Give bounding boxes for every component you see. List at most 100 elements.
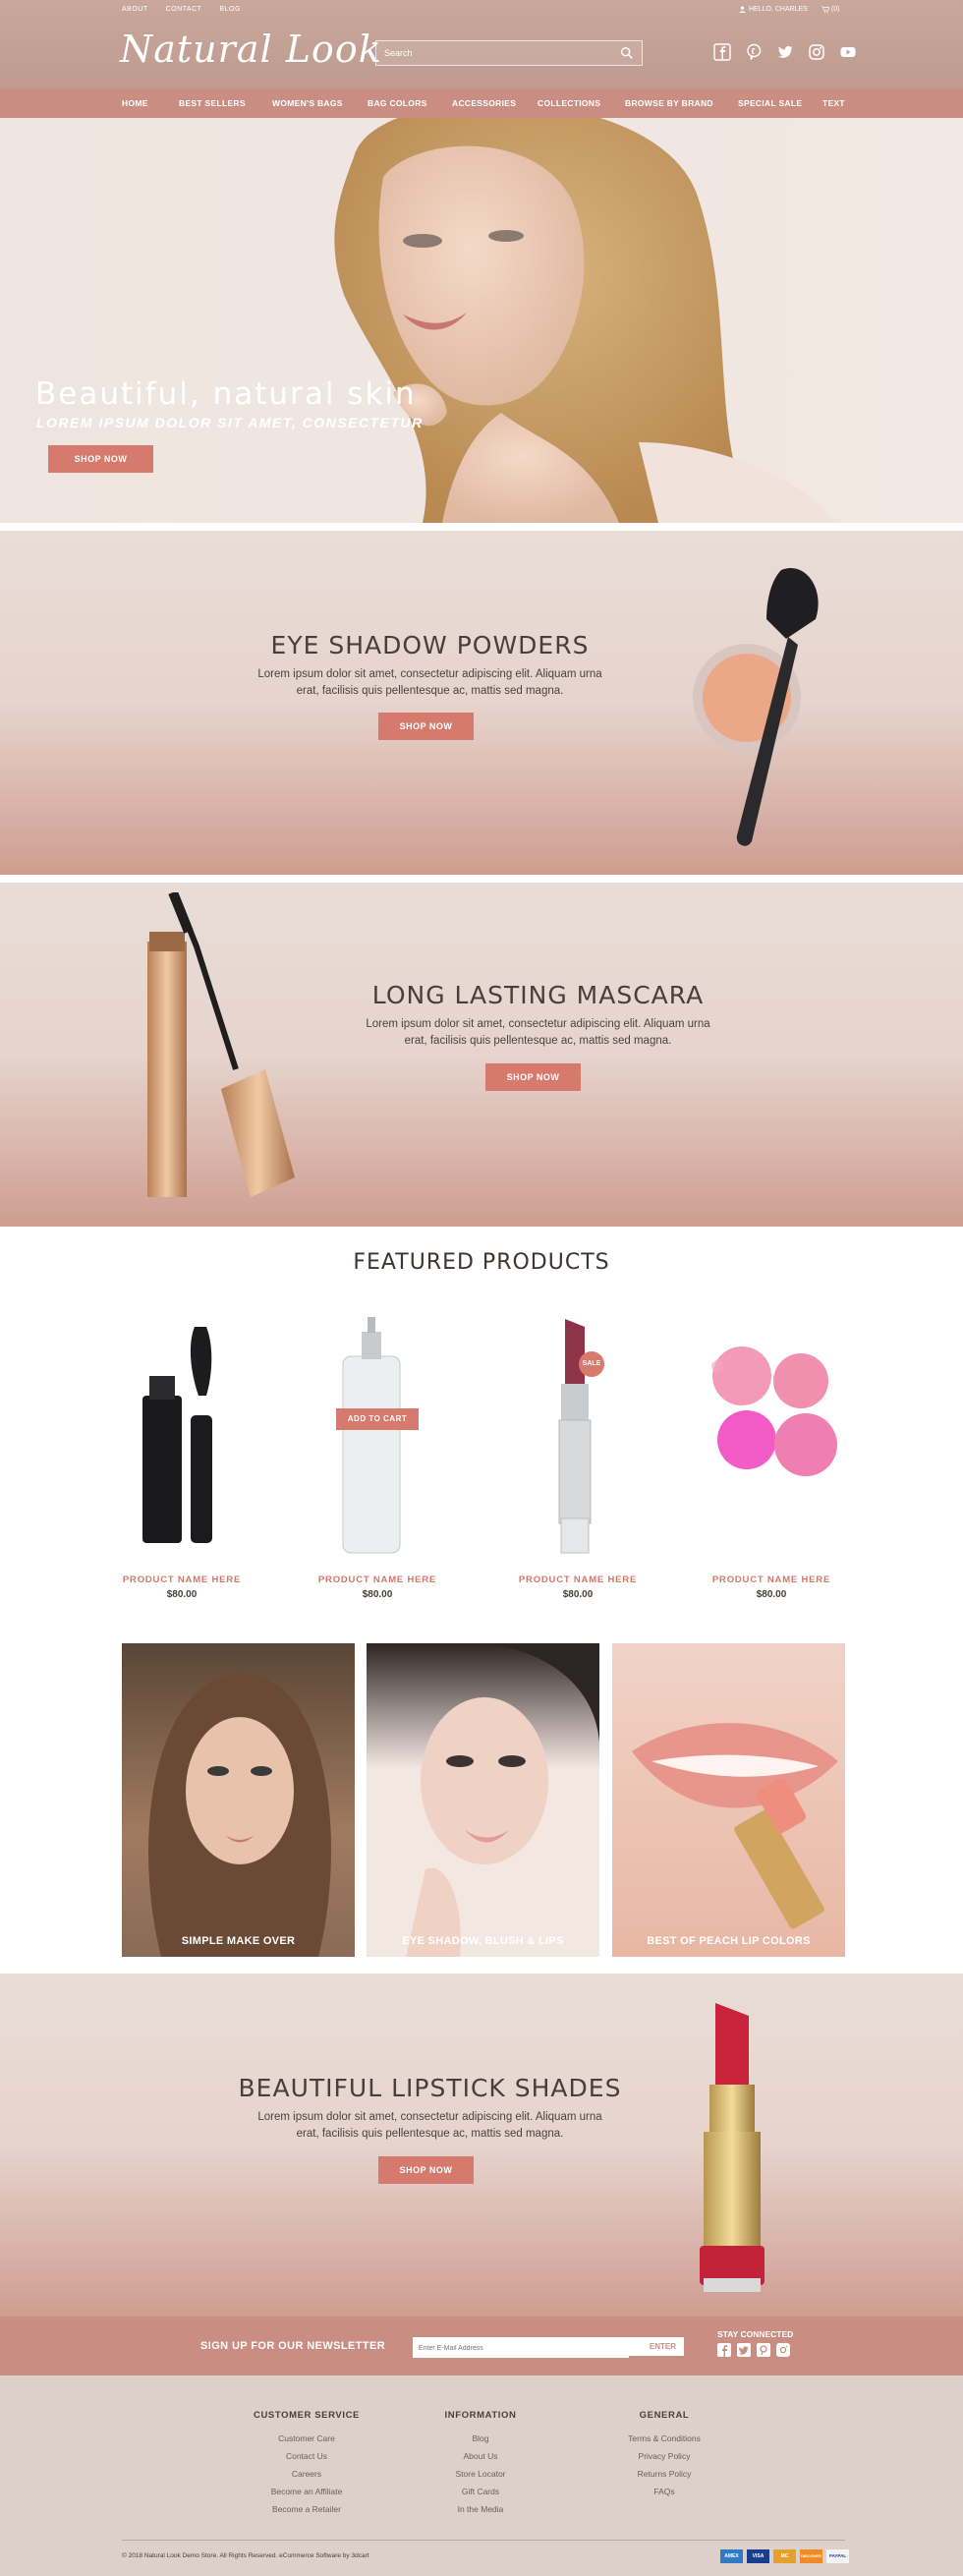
greeting-text: HELLO, CHARLES	[749, 6, 808, 13]
footer-link[interactable]: About Us	[422, 2447, 539, 2465]
category-tile[interactable]: EYE SHADOW, BLUSH & LIPS	[367, 1643, 599, 1957]
footer-link[interactable]: Customer Care	[248, 2430, 366, 2447]
featured-title: FEATURED PRODUCTS	[353, 1250, 610, 1275]
eye-shadow-product-image	[693, 568, 819, 846]
tile-caption: BEST OF PEACH LIP COLORS	[647, 1935, 811, 1947]
search-icon[interactable]	[620, 46, 634, 60]
pinterest-icon[interactable]	[757, 2343, 770, 2357]
top-link-about[interactable]: ABOUT	[122, 6, 148, 13]
cart-count: (0)	[830, 6, 840, 13]
account-area: HELLO, CHARLES (0)	[739, 6, 839, 13]
footer-column-title: INFORMATION	[444, 2410, 517, 2421]
promo-mascara-title: LONG LASTING MASCARA	[371, 981, 705, 1009]
nav-text[interactable]: TEXT	[822, 98, 845, 108]
footer-link[interactable]: Contact Us	[248, 2447, 366, 2465]
main-nav: HOME BEST SELLERS WOMEN'S BAGS BAG COLOR…	[0, 88, 963, 118]
tile-image	[632, 1723, 838, 1929]
product-name[interactable]: PRODUCT NAME HERE	[494, 1574, 661, 1585]
newsletter-email-input[interactable]	[413, 2339, 629, 2358]
cart-link[interactable]: (0)	[821, 6, 840, 13]
user-icon	[739, 6, 746, 13]
newsletter-enter-button[interactable]: ENTER	[650, 2342, 676, 2351]
product-price: $80.00	[562, 1589, 594, 1600]
footer-link[interactable]: In the Media	[422, 2500, 539, 2518]
tile-caption: EYE SHADOW, BLUSH & LIPS	[402, 1935, 564, 1947]
twitter-icon[interactable]	[737, 2343, 751, 2357]
nav-best-sellers[interactable]: BEST SELLERS	[179, 98, 246, 108]
promo-mascara-text-1: Lorem ipsum dolor sit amet, consectetur …	[366, 1018, 710, 1030]
social-icons	[713, 43, 857, 61]
stay-connected-label: STAY CONNECTED	[717, 2329, 794, 2339]
product-image	[342, 1317, 401, 1554]
search-box	[375, 40, 643, 66]
nav-womens-bags[interactable]: WOMEN'S BAGS	[272, 98, 343, 108]
footer-column-title: GENERAL	[639, 2410, 690, 2421]
nav-browse-by-brand[interactable]: BROWSE BY BRAND	[625, 98, 713, 108]
youtube-icon[interactable]	[839, 43, 857, 61]
pinterest-icon[interactable]	[745, 43, 763, 61]
promo-mascara-shop-button[interactable]: SHOP NOW	[485, 1063, 581, 1091]
nav-accessories[interactable]: ACCESSORIES	[452, 98, 516, 108]
product-name[interactable]: PRODUCT NAME HERE	[98, 1574, 265, 1585]
discover-icon: DISCOVER	[800, 2549, 822, 2563]
footer-link[interactable]: Become an Affiliate	[248, 2483, 366, 2500]
facebook-icon[interactable]	[717, 2343, 731, 2357]
promo-eye-shadow-shop-button[interactable]: SHOP NOW	[378, 713, 474, 740]
promo-lipstick-text-2: erat, facilisis quis pellentesque ac, ma…	[296, 2128, 564, 2140]
mastercard-icon: MC	[773, 2549, 796, 2563]
footer-link[interactable]: FAQs	[605, 2483, 723, 2500]
product-card[interactable]: PRODUCT NAME HERE $80.00	[98, 1307, 265, 1602]
product-price: $80.00	[166, 1589, 198, 1600]
product-name[interactable]: PRODUCT NAME HERE	[294, 1574, 461, 1585]
footer-column-information: INFORMATION Blog About Us Store Locator …	[422, 2410, 539, 2518]
footer-link[interactable]: Terms & Conditions	[605, 2430, 723, 2447]
hero-model-image	[334, 118, 835, 523]
promo-mascara: LONG LASTING MASCARA Lorem ipsum dolor s…	[0, 883, 963, 1227]
product-card[interactable]: ADD TO CART PRODUCT NAME HERE $80.00	[294, 1307, 461, 1602]
footer-link[interactable]: Privacy Policy	[605, 2447, 723, 2465]
footer-link[interactable]: Store Locator	[422, 2465, 539, 2483]
product-image	[711, 1346, 837, 1476]
product-image	[142, 1327, 212, 1543]
site-logo[interactable]: Natural Look	[120, 28, 382, 71]
lipstick-product-image	[700, 2003, 765, 2292]
top-link-contact[interactable]: CONTACT	[166, 6, 202, 13]
tile-image	[147, 1673, 332, 1957]
newsletter-label: SIGN UP FOR OUR NEWSLETTER	[200, 2340, 386, 2352]
footer-link[interactable]: Blog	[422, 2430, 539, 2447]
promo-lipstick-shop-button[interactable]: SHOP NOW	[378, 2156, 474, 2184]
footer-link[interactable]: Become a Retailer	[248, 2500, 366, 2518]
nav-collections[interactable]: COLLECTIONS	[538, 98, 600, 108]
promo-lipstick: BEAUTIFUL LIPSTICK SHADES Lorem ipsum do…	[0, 1974, 963, 2317]
search-input[interactable]	[376, 41, 602, 65]
top-link-blog[interactable]: BLOG	[219, 6, 240, 13]
payment-icons: AMEX VISA MC DISCOVER PAYPAL	[720, 2549, 849, 2563]
instagram-icon[interactable]	[808, 43, 825, 61]
instagram-icon[interactable]	[776, 2343, 790, 2357]
promo-eye-shadow-title: EYE SHADOW POWDERS	[270, 631, 590, 659]
category-tile[interactable]: BEST OF PEACH LIP COLORS	[612, 1643, 845, 1957]
nav-home[interactable]: HOME	[122, 98, 148, 108]
product-name[interactable]: PRODUCT NAME HERE	[688, 1574, 855, 1585]
category-tile[interactable]: SIMPLE MAKE OVER	[122, 1643, 355, 1957]
product-card[interactable]: PRODUCT NAME HERE $80.00	[688, 1307, 855, 1602]
facebook-icon[interactable]	[713, 43, 731, 61]
footer-link[interactable]: Careers	[248, 2465, 366, 2483]
nav-bag-colors[interactable]: BAG COLORS	[368, 98, 427, 108]
footer-social-icons	[717, 2343, 790, 2357]
add-to-cart-button[interactable]: ADD TO CART	[336, 1408, 419, 1430]
footer-column-general: GENERAL Terms & Conditions Privacy Polic…	[605, 2410, 723, 2500]
footer-column-title: CUSTOMER SERVICE	[254, 2410, 360, 2421]
hero-title: Beautiful, natural skin	[35, 376, 417, 412]
footer-link[interactable]: Gift Cards	[422, 2483, 539, 2500]
promo-eye-shadow-text-2: erat, facilisis quis pellentesque ac, ma…	[296, 685, 564, 697]
footer-link[interactable]: Returns Policy	[605, 2465, 723, 2483]
product-card[interactable]: SALE PRODUCT NAME HERE $80.00	[494, 1307, 661, 1602]
hero-shop-now-button[interactable]: SHOP NOW	[48, 445, 153, 473]
top-links: ABOUT CONTACT BLOG	[122, 6, 241, 13]
promo-lipstick-text-1: Lorem ipsum dolor sit amet, consectetur …	[257, 2111, 602, 2123]
twitter-icon[interactable]	[776, 43, 794, 61]
amex-icon: AMEX	[720, 2549, 743, 2563]
nav-special-sale[interactable]: SPECIAL SALE	[738, 98, 802, 108]
account-link[interactable]: HELLO, CHARLES	[739, 6, 808, 13]
